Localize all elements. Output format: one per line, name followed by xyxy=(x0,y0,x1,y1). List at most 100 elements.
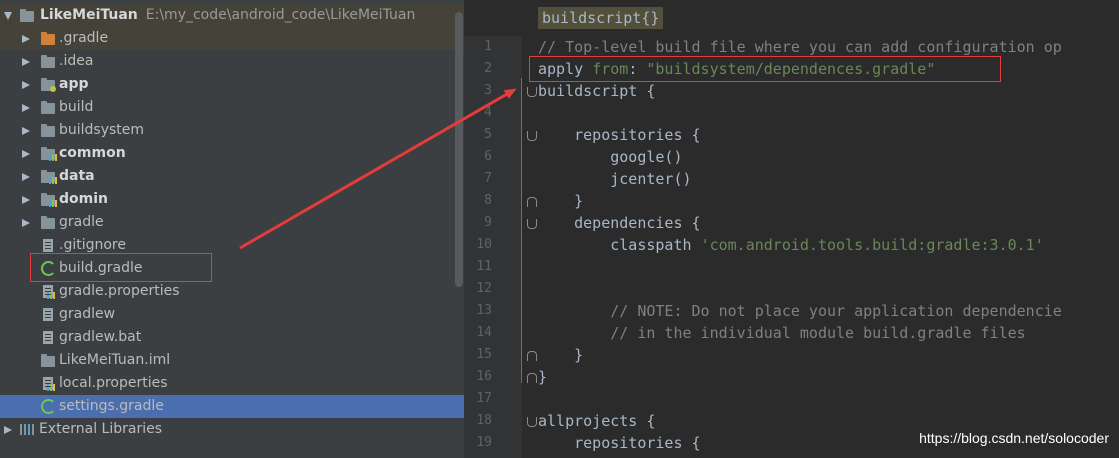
tree-item-label: app xyxy=(59,76,89,92)
collapse-arrow-icon[interactable] xyxy=(22,173,30,181)
tree-item-common[interactable]: common xyxy=(0,142,464,165)
tree-item-gradle[interactable]: gradle xyxy=(0,211,464,234)
folder-orange-icon xyxy=(41,32,55,45)
module-folder-icon xyxy=(41,78,56,92)
tree-item-label: gradlew xyxy=(59,306,116,322)
tree-item-iml[interactable]: LikeMeiTuan.iml xyxy=(0,349,464,372)
line-number: 1 xyxy=(484,39,492,54)
code-line[interactable]: google() xyxy=(538,146,682,168)
line-number: 5 xyxy=(484,127,492,142)
project-name: LikeMeiTuan xyxy=(40,7,138,23)
line-number: 8 xyxy=(484,193,492,208)
collapse-arrow-icon[interactable] xyxy=(22,219,30,227)
line-number: 13 xyxy=(476,303,492,318)
project-folder-icon xyxy=(20,9,34,22)
tree-item-label: settings.gradle xyxy=(59,398,164,414)
fold-toggle-icon[interactable] xyxy=(527,87,537,97)
tree-item-domin[interactable]: domin xyxy=(0,188,464,211)
code-line[interactable]: jcenter() xyxy=(538,168,691,190)
collapse-arrow-icon[interactable] xyxy=(22,196,30,204)
collapse-arrow-icon[interactable] xyxy=(22,150,30,158)
tree-root-row[interactable]: LikeMeiTuan E:\my_code\android_code\LikeM… xyxy=(0,4,464,27)
collapse-arrow-icon[interactable] xyxy=(22,58,30,66)
fold-toggle-icon[interactable] xyxy=(527,351,537,361)
code-editor[interactable]: buildscript{} 1 // Top-level build file w… xyxy=(464,0,1119,458)
tree-item-app[interactable]: app xyxy=(0,73,464,96)
tree-item-label: buildsystem xyxy=(59,122,145,138)
line-number: 3 xyxy=(484,83,492,98)
tree-item-label: gradle.properties xyxy=(59,283,180,299)
tree-item-gradle-dir[interactable]: .gradle xyxy=(0,27,464,50)
code-line[interactable]: // Top-level build file where you can ad… xyxy=(538,36,1062,58)
tree-item-gradlew-bat[interactable]: gradlew.bat xyxy=(0,326,464,349)
breadcrumb-bar: buildscript{} xyxy=(464,0,1119,36)
fold-toggle-icon[interactable] xyxy=(527,373,537,383)
collapse-arrow-icon[interactable] xyxy=(22,35,30,43)
tree-item-settings-gradle[interactable]: settings.gradle xyxy=(0,395,464,418)
code-line[interactable]: dependencies { xyxy=(538,212,700,234)
tree-item-label: local.properties xyxy=(59,375,168,391)
fold-guide-line xyxy=(521,78,522,383)
folder-icon xyxy=(41,216,55,229)
file-icon xyxy=(43,239,53,252)
breadcrumb[interactable]: buildscript{} xyxy=(538,7,664,29)
fold-toggle-icon[interactable] xyxy=(527,197,537,207)
tree-item-buildsystem[interactable]: buildsystem xyxy=(0,119,464,142)
fold-toggle-icon[interactable] xyxy=(527,417,537,427)
project-path: E:\my_code\android_code\LikeMeiTuan xyxy=(145,7,416,23)
collapse-arrow-icon[interactable] xyxy=(22,127,30,135)
tree-item-label: .idea xyxy=(59,53,94,69)
expand-arrow-icon[interactable] xyxy=(4,12,12,20)
line-number: 7 xyxy=(484,171,492,186)
watermark: https://blog.csdn.net/solocoder xyxy=(919,430,1109,446)
collapse-arrow-icon[interactable] xyxy=(4,426,12,434)
properties-file-icon xyxy=(43,377,55,391)
tree-item-gradle-properties[interactable]: gradle.properties xyxy=(0,280,464,303)
code-line[interactable]: // in the individual module build.gradle… xyxy=(538,322,1025,344)
iml-file-icon xyxy=(41,354,55,367)
tree-scrollbar[interactable] xyxy=(455,12,463,287)
line-number: 14 xyxy=(476,325,492,340)
line-number: 4 xyxy=(484,105,492,120)
tree-item-label: domin xyxy=(59,191,108,207)
tree-item-label: External Libraries xyxy=(39,421,162,437)
tree-item-idea[interactable]: .idea xyxy=(0,50,464,73)
line-number: 18 xyxy=(476,413,492,428)
file-icon xyxy=(43,331,53,344)
code-line[interactable]: // NOTE: Do not place your application d… xyxy=(538,300,1062,322)
highlight-box-apply-line xyxy=(529,56,1001,82)
folder-icon xyxy=(41,101,55,114)
line-number: 15 xyxy=(476,347,492,362)
fold-toggle-icon[interactable] xyxy=(527,131,537,141)
line-number: 9 xyxy=(484,215,492,230)
code-line[interactable]: repositories { xyxy=(538,432,700,454)
code-line[interactable]: buildscript { xyxy=(538,80,655,102)
tree-item-build[interactable]: build xyxy=(0,96,464,119)
line-number: 11 xyxy=(476,259,492,274)
module-folder-icon xyxy=(41,170,57,184)
tree-item-label: data xyxy=(59,168,95,184)
highlight-box-build-gradle xyxy=(30,253,212,282)
tree-item-data[interactable]: data xyxy=(0,165,464,188)
gradle-icon xyxy=(41,399,56,414)
code-line[interactable]: allprojects { xyxy=(538,410,655,432)
code-line[interactable]: } xyxy=(538,366,547,388)
file-icon xyxy=(43,308,53,321)
collapse-arrow-icon[interactable] xyxy=(22,104,30,112)
tree-item-gradlew[interactable]: gradlew xyxy=(0,303,464,326)
code-line[interactable]: } xyxy=(538,344,583,366)
line-number: 19 xyxy=(476,435,492,450)
line-number: 2 xyxy=(484,61,492,76)
line-number: 16 xyxy=(476,369,492,384)
line-number: 6 xyxy=(484,149,492,164)
library-icon xyxy=(20,424,34,435)
folder-icon xyxy=(41,55,55,68)
code-line[interactable]: classpath 'com.android.tools.build:gradl… xyxy=(538,234,1044,256)
tree-item-label: common xyxy=(59,145,126,161)
code-line[interactable]: repositories { xyxy=(538,124,700,146)
code-line[interactable]: } xyxy=(538,190,583,212)
tree-item-local-properties[interactable]: local.properties xyxy=(0,372,464,395)
fold-toggle-icon[interactable] xyxy=(527,219,537,229)
collapse-arrow-icon[interactable] xyxy=(22,81,30,89)
tree-item-external-libraries[interactable]: External Libraries xyxy=(0,418,464,441)
